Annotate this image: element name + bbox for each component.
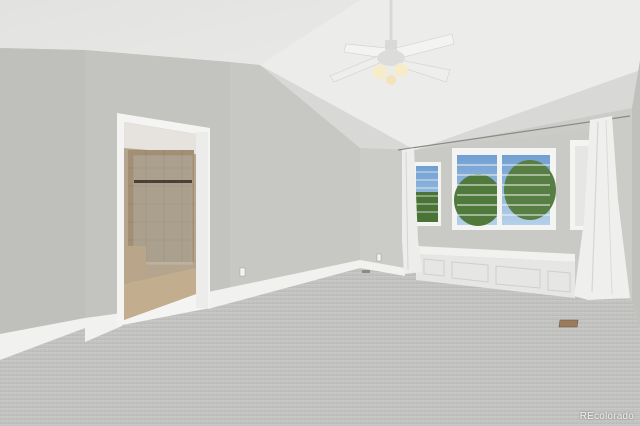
right-wall	[632, 60, 640, 330]
tub	[124, 246, 146, 282]
tree-canopy-left	[454, 174, 502, 226]
door-jamb	[196, 132, 208, 308]
window-center-mullion	[497, 152, 502, 228]
fan-light-right	[394, 63, 408, 77]
fan-light-left	[373, 65, 387, 79]
fan-light-center	[386, 75, 396, 85]
tree-canopy-right	[504, 160, 556, 220]
shower-frame-bar	[134, 180, 192, 183]
window-left-trees	[416, 192, 438, 222]
floor-vent	[558, 319, 579, 328]
wall-outlet	[239, 267, 246, 277]
floor-vent-small	[362, 270, 370, 273]
watermark: REcolorado	[579, 411, 634, 422]
photo-scene: REcolorado	[0, 0, 640, 426]
wall-outlet-right	[376, 253, 382, 262]
left-wall	[0, 48, 85, 338]
room-illustration	[0, 0, 640, 426]
